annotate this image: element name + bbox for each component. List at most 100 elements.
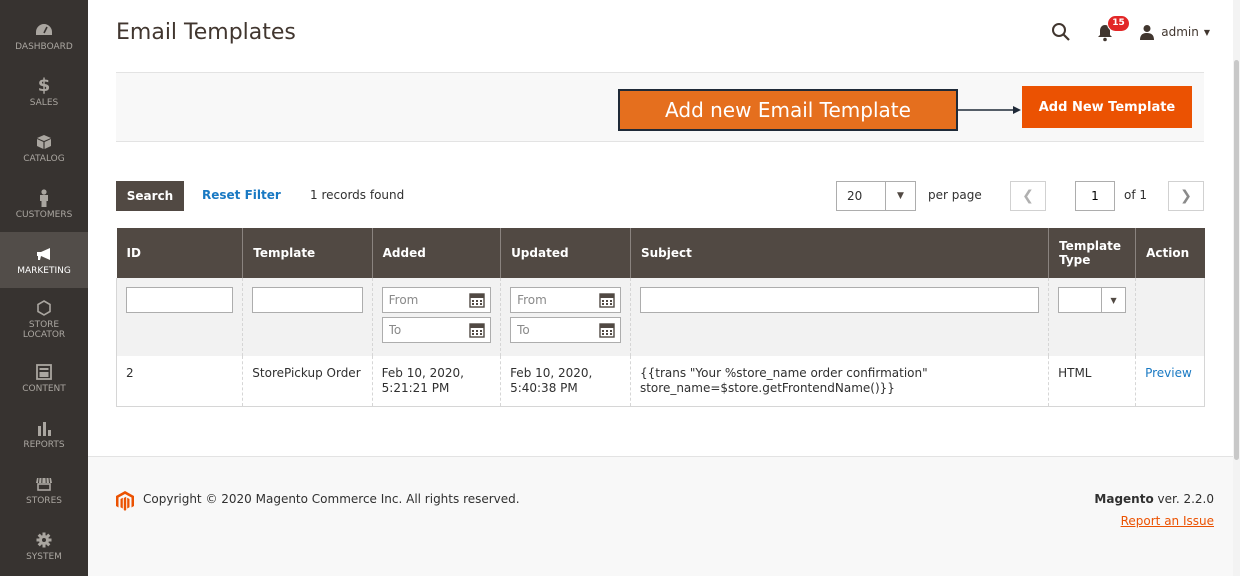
sidebar-label: REPORTS — [23, 440, 65, 450]
filter-template-type-select[interactable]: ▼ — [1058, 287, 1127, 313]
filter-id-input[interactable] — [126, 287, 234, 313]
cell-type: HTML — [1048, 356, 1136, 407]
sidebar-item-customers[interactable]: CUSTOMERS — [0, 176, 88, 232]
per-page-value: 20 — [847, 189, 863, 203]
version-number: ver. 2.2.0 — [1153, 492, 1214, 506]
page-total: of 1 — [1124, 188, 1148, 202]
sidebar-label: SALES — [29, 98, 59, 108]
bar-chart-icon — [36, 418, 52, 438]
filter-updated-from — [510, 287, 621, 313]
version-text: Magento ver. 2.2.0 — [1094, 492, 1214, 506]
filter-added-to — [381, 317, 492, 343]
updated-date: Feb 10, 2020, — [510, 366, 593, 380]
page-title: Email Templates — [116, 20, 296, 45]
magento-logo-icon — [116, 491, 134, 511]
search-icon[interactable] — [1051, 22, 1071, 42]
grid-header-row: ID Template Added Updated Subject Templa… — [116, 228, 1205, 278]
sidebar-item-system[interactable]: SYSTEM — [0, 518, 88, 574]
brand-name: Magento — [1094, 492, 1154, 506]
dollar-icon: $ — [37, 75, 51, 96]
sidebar-item-stores[interactable]: STORES — [0, 462, 88, 518]
chevron-down-icon: ▼ — [1203, 27, 1210, 37]
email-templates-grid: ID Template Added Updated Subject Templa… — [115, 228, 1205, 407]
filter-subject-input[interactable] — [639, 287, 1040, 313]
person-icon — [38, 188, 50, 208]
megaphone-icon — [35, 244, 53, 264]
sidebar-item-store-locator[interactable]: STORE LOCATOR — [0, 288, 88, 350]
chevron-left-icon: ❮ — [1022, 188, 1034, 204]
layout-icon — [36, 362, 52, 382]
subject-line-2: store_name=$store.getFrontendName()}} — [639, 381, 895, 395]
calendar-icon[interactable] — [599, 292, 615, 308]
grid-toolbar: Search Reset Filter 1 records found 20 ▼… — [116, 181, 1204, 211]
added-time: 5:21:21 PM — [381, 381, 450, 395]
search-button[interactable]: Search — [116, 181, 184, 211]
calendar-icon[interactable] — [599, 322, 615, 338]
sidebar-item-marketing[interactable]: MARKETING — [0, 232, 88, 288]
cube-icon — [36, 132, 52, 152]
filter-template-input[interactable] — [252, 287, 363, 313]
filter-updated-to — [510, 317, 621, 343]
annotation-arrow — [958, 106, 1021, 114]
chevron-right-icon: ❯ — [1180, 188, 1192, 204]
previous-page-button[interactable]: ❮ — [1010, 181, 1046, 211]
filter-added-from — [381, 287, 492, 313]
column-header-template[interactable]: Template — [242, 228, 373, 278]
hexagon-icon — [37, 298, 51, 318]
sidebar-label: CUSTOMERS — [15, 210, 73, 220]
header-actions: 15 admin ▼ — [1051, 14, 1210, 50]
per-page-label: per page — [928, 188, 982, 202]
table-row[interactable]: 2 StorePickup Order Feb 10, 2020, 5:21:2… — [115, 356, 1205, 407]
updated-time: 5:40:38 PM — [510, 381, 578, 395]
next-page-button[interactable]: ❯ — [1168, 181, 1204, 211]
preview-link[interactable]: Preview — [1145, 366, 1192, 380]
column-header-id[interactable]: ID — [116, 228, 243, 278]
sidebar-label: STORES — [26, 496, 62, 506]
notifications-bell[interactable]: 15 — [1097, 15, 1130, 43]
cell-template: StorePickup Order — [242, 356, 373, 407]
column-header-added[interactable]: Added — [371, 228, 501, 278]
sidebar-label: CATALOG — [23, 154, 65, 164]
column-header-updated[interactable]: Updated — [500, 228, 631, 278]
add-new-template-button[interactable]: Add New Template — [1022, 86, 1192, 128]
column-header-template-type[interactable]: Template Type — [1048, 228, 1136, 278]
chevron-down-icon: ▼ — [1101, 288, 1125, 312]
cell-added: Feb 10, 2020, 5:21:21 PM — [371, 356, 501, 407]
sidebar-label: SYSTEM — [26, 552, 62, 562]
copyright-text: Copyright © 2020 Magento Commerce Inc. A… — [143, 492, 520, 506]
notification-count-badge: 15 — [1107, 15, 1130, 32]
calendar-icon[interactable] — [469, 322, 485, 338]
sidebar-item-reports[interactable]: REPORTS — [0, 406, 88, 462]
sidebar-item-sales[interactable]: $ SALES — [0, 64, 88, 120]
user-account-menu[interactable]: admin ▼ — [1139, 24, 1210, 40]
storefront-icon — [35, 474, 53, 494]
sidebar-label: STORE LOCATOR — [22, 320, 66, 340]
dashboard-icon — [35, 20, 53, 40]
sidebar-item-catalog[interactable]: CATALOG — [0, 120, 88, 176]
column-header-subject[interactable]: Subject — [629, 228, 1049, 278]
subject-line-1: {{trans "Your %store_name order confirma… — [639, 366, 928, 380]
chevron-down-icon: ▼ — [885, 182, 915, 210]
cell-updated: Feb 10, 2020, 5:40:38 PM — [500, 356, 631, 407]
page-scrollbar[interactable] — [1233, 0, 1240, 576]
report-issue-link[interactable]: Report an Issue — [1121, 514, 1214, 528]
cell-action: Preview — [1135, 356, 1205, 407]
filter-row: ▼ — [115, 278, 1205, 356]
page-number-input[interactable] — [1075, 181, 1115, 211]
filter-action-empty — [1135, 278, 1205, 356]
sidebar-item-dashboard[interactable]: DASHBOARD — [0, 0, 88, 64]
sidebar-item-content[interactable]: CONTENT — [0, 350, 88, 406]
records-count: 1 records found — [310, 188, 405, 202]
added-date: Feb 10, 2020, — [381, 366, 464, 380]
page-footer: Copyright © 2020 Magento Commerce Inc. A… — [88, 457, 1233, 576]
reset-filter-link[interactable]: Reset Filter — [202, 188, 281, 202]
admin-sidebar: DASHBOARD $ SALES CATALOG CUSTOMERS MARK… — [0, 0, 88, 576]
sidebar-label: DASHBOARD — [15, 42, 73, 52]
sidebar-label: MARKETING — [17, 266, 71, 276]
calendar-icon[interactable] — [469, 292, 485, 308]
annotation-callout: Add new Email Template — [618, 89, 958, 131]
gear-icon — [36, 530, 52, 550]
scrollbar-thumb[interactable] — [1234, 60, 1239, 460]
column-header-action: Action — [1135, 228, 1205, 278]
per-page-select[interactable]: 20 ▼ — [836, 181, 916, 211]
